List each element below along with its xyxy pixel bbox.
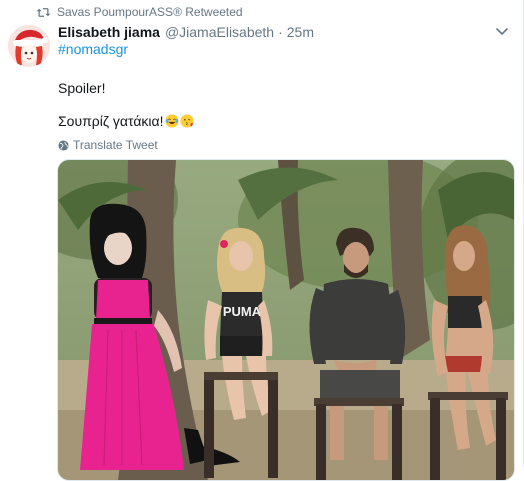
retweeted-by-text[interactable]: Savas PoumpourASS® Retweeted [57, 5, 243, 19]
avatar-image [8, 25, 50, 67]
shirt-logo-text: PUMA [223, 304, 262, 319]
chevron-down-icon[interactable] [496, 27, 508, 37]
separator-dot: · [278, 24, 283, 40]
avatar[interactable] [8, 25, 50, 67]
tweet-text-line-2-text: Σουπρίζ γατάκια! [58, 113, 164, 129]
author-display-name[interactable]: Elisabeth jiama [58, 24, 160, 40]
tweet-text-line-1: Spoiler! [58, 80, 106, 96]
retweet-icon [36, 7, 51, 17]
face-with-tears-of-joy-icon [164, 114, 179, 128]
tweet-text-line-2: Σουπρίζ γατάκια! [58, 113, 194, 129]
translate-tweet-link[interactable]: Translate Tweet [58, 137, 158, 153]
face-blowing-a-kiss-icon [179, 114, 194, 128]
photo-scene: PUMA [58, 160, 514, 480]
tweet-photo[interactable]: PUMA [57, 159, 515, 481]
author-handle[interactable]: @JiamaElisabeth [165, 24, 274, 40]
translate-tweet-label[interactable]: Translate Tweet [73, 138, 158, 152]
hashtag-link[interactable]: #nomadsgr [58, 41, 128, 57]
tweet[interactable]: Savas PoumpourASS® Retweeted Elisabeth j… [0, 0, 524, 481]
tweet-header: Elisabeth jiama @JiamaElisabeth · 25m [58, 23, 510, 41]
retweet-context: Savas PoumpourASS® Retweeted [36, 3, 243, 21]
globe-icon [58, 139, 69, 151]
tweet-timestamp[interactable]: 25m [287, 24, 314, 40]
